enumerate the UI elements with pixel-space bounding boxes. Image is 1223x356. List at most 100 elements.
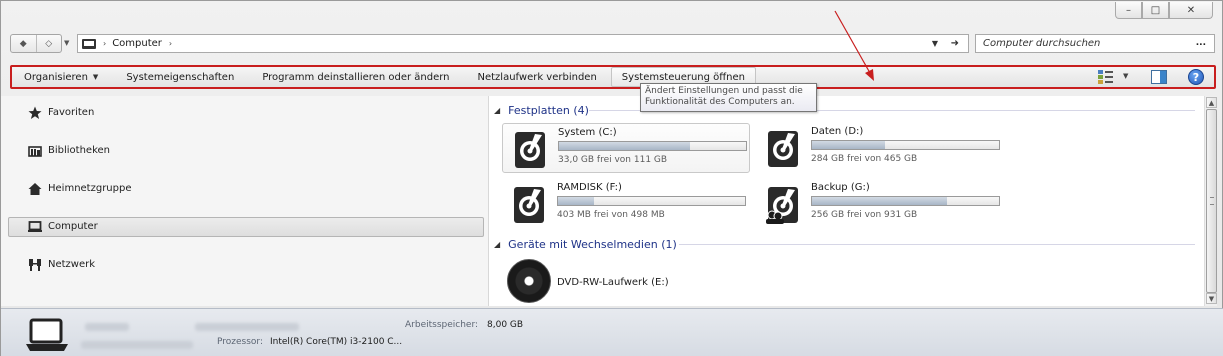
details-pane: Arbeitsspeicher: 8,00 GB Prozessor: Inte… xyxy=(1,308,1223,356)
drive-usage-fill xyxy=(559,142,690,150)
tooltip: Ändert Einstellungen und passt die Funkt… xyxy=(640,83,817,112)
change-view-icon[interactable] xyxy=(1097,69,1115,85)
collapse-triangle-icon[interactable]: ◢ xyxy=(494,106,500,115)
collapse-triangle-icon[interactable]: ◢ xyxy=(494,240,500,249)
hard-drive-icon xyxy=(515,132,545,168)
drive-d[interactable]: Daten (D:) 284 GB frei von 465 GB xyxy=(756,123,1004,173)
forward-button[interactable]: ◇ xyxy=(37,35,62,52)
uninstall-program-button[interactable]: Programm deinstallieren oder ändern xyxy=(248,67,463,87)
drive-name: System (C:) xyxy=(558,127,617,138)
nav-item-libraries[interactable]: Bibliotheken xyxy=(8,141,484,161)
drive-free-space: 33,0 GB frei von 111 GB xyxy=(558,155,668,165)
breadcrumb-chevron-icon[interactable]: › xyxy=(169,39,172,48)
minimize-button[interactable]: – xyxy=(1115,2,1142,19)
drive-name: RAMDISK (F:) xyxy=(557,182,622,193)
nav-item-computer[interactable]: Computer xyxy=(8,217,484,237)
drive-g[interactable]: Backup (G:) 256 GB frei von 931 GB xyxy=(756,179,1004,229)
forward-arrow-icon: ◇ xyxy=(45,38,53,49)
explorer-window: – □ ✕ ◆ ◇ ▼ › Computer › ▼ ➜ Computer du… xyxy=(0,0,1223,356)
refresh-icon[interactable]: ➜ xyxy=(951,38,959,49)
drive-name: Daten (D:) xyxy=(811,126,864,137)
nav-label: Bibliotheken xyxy=(48,145,110,156)
help-icon[interactable]: ? xyxy=(1188,69,1204,85)
group-header-hard-drives[interactable]: ◢ Festplatten (4) xyxy=(494,102,589,118)
drive-usage-fill xyxy=(812,197,947,205)
drive-name: Backup (G:) xyxy=(811,182,870,193)
memory-value: 8,00 GB xyxy=(487,320,524,330)
breadcrumb-chevron-icon[interactable]: › xyxy=(103,39,106,48)
redacted-computer-name xyxy=(85,323,129,331)
vertical-scrollbar[interactable]: ▲ ▼ xyxy=(1204,96,1217,306)
drive-free-space: 403 MB frei von 498 MB xyxy=(557,210,665,220)
nav-item-favorites[interactable]: Favoriten xyxy=(8,103,484,123)
scroll-up-button[interactable]: ▲ xyxy=(1206,97,1217,108)
back-button[interactable]: ◆ xyxy=(11,35,37,52)
nav-label: Netzwerk xyxy=(48,259,96,270)
chevron-down-icon: ▼ xyxy=(92,73,99,81)
command-bar: Organisieren ▼ Systemeigenschaften Progr… xyxy=(10,65,1216,89)
search-icon[interactable]: ... xyxy=(1196,38,1206,48)
drive-usage-bar xyxy=(557,196,746,206)
content-pane: ◢ Festplatten (4) System (C:) 33,0 GB fr… xyxy=(489,96,1204,306)
organize-button[interactable]: Organisieren ▼ xyxy=(12,67,112,87)
nav-item-network[interactable]: Netzwerk xyxy=(8,255,484,275)
view-options-chevron-icon[interactable]: ▼ xyxy=(1123,72,1128,80)
back-arrow-icon: ◆ xyxy=(19,38,27,49)
system-properties-button[interactable]: Systemeigenschaften xyxy=(112,67,248,87)
map-network-drive-button[interactable]: Netzlaufwerk verbinden xyxy=(464,67,611,87)
address-bar[interactable]: › Computer › ▼ ➜ xyxy=(77,34,969,53)
history-buttons: ◆ ◇ xyxy=(10,34,62,53)
uninstall-program-label: Programm deinstallieren oder ändern xyxy=(262,71,450,83)
maximize-button[interactable]: □ xyxy=(1142,2,1169,19)
redacted-domain xyxy=(195,323,299,331)
scroll-grip xyxy=(1210,197,1214,205)
drive-usage-bar xyxy=(811,140,1000,150)
laptop-icon xyxy=(26,318,68,351)
group-divider xyxy=(679,244,1195,245)
navigation-pane: Favoriten Bibliotheken Heimnetzgruppe Co… xyxy=(1,96,488,306)
dvd-drive-label[interactable]: DVD-RW-Laufwerk (E:) xyxy=(557,277,669,288)
preview-pane-icon[interactable] xyxy=(1151,70,1167,84)
nav-label: Favoriten xyxy=(48,107,95,118)
redacted-workgroup xyxy=(81,341,193,349)
nav-label: Computer xyxy=(48,221,98,232)
processor-label: Prozessor: xyxy=(217,337,263,347)
breadcrumb-computer[interactable]: Computer xyxy=(112,38,162,49)
memory-label: Arbeitsspeicher: xyxy=(405,320,479,330)
star-icon xyxy=(28,106,42,119)
system-properties-label: Systemeigenschaften xyxy=(126,71,235,83)
drive-usage-bar xyxy=(558,141,747,151)
nav-item-homegroup[interactable]: Heimnetzgruppe xyxy=(8,179,484,199)
drive-usage-fill xyxy=(558,197,594,205)
group-header-removable[interactable]: ◢ Geräte mit Wechselmedien (1) xyxy=(494,236,677,252)
drive-usage-fill xyxy=(812,141,885,149)
close-button[interactable]: ✕ xyxy=(1169,2,1213,19)
drive-free-space: 256 GB frei von 931 GB xyxy=(811,210,918,220)
organize-label: Organisieren xyxy=(24,71,88,83)
hard-drive-icon xyxy=(514,187,544,223)
group-title: Festplatten (4) xyxy=(508,103,589,117)
drive-free-space: 284 GB frei von 465 GB xyxy=(811,154,918,164)
drive-usage-bar xyxy=(811,196,1000,206)
network-icon xyxy=(29,259,41,271)
computer-icon xyxy=(82,38,96,49)
nav-label: Heimnetzgruppe xyxy=(48,183,132,194)
homegroup-icon xyxy=(28,183,42,195)
caption-buttons: – □ ✕ xyxy=(1115,2,1213,19)
processor-value: Intel(R) Core(TM) i3-2100 C... xyxy=(270,337,403,347)
drive-c[interactable]: System (C:) 33,0 GB frei von 111 GB xyxy=(502,123,750,173)
shared-hard-drive-icon xyxy=(766,187,798,224)
library-icon xyxy=(28,146,42,157)
scroll-thumb[interactable] xyxy=(1206,109,1217,293)
open-control-panel-label: Systemsteuerung öffnen xyxy=(621,71,746,83)
group-title: Geräte mit Wechselmedien (1) xyxy=(508,237,677,251)
drive-f[interactable]: RAMDISK (F:) 403 MB frei von 498 MB xyxy=(502,179,750,229)
map-network-drive-label: Netzlaufwerk verbinden xyxy=(477,71,597,83)
recent-pages-dropdown[interactable]: ▼ xyxy=(64,39,69,47)
search-input[interactable]: Computer durchsuchen ... xyxy=(975,34,1215,53)
computer-icon xyxy=(28,221,42,232)
search-placeholder: Computer durchsuchen xyxy=(983,38,1101,49)
address-dropdown-icon[interactable]: ▼ xyxy=(932,39,938,48)
scroll-down-button[interactable]: ▼ xyxy=(1206,293,1217,304)
dvd-icon[interactable] xyxy=(507,259,551,303)
